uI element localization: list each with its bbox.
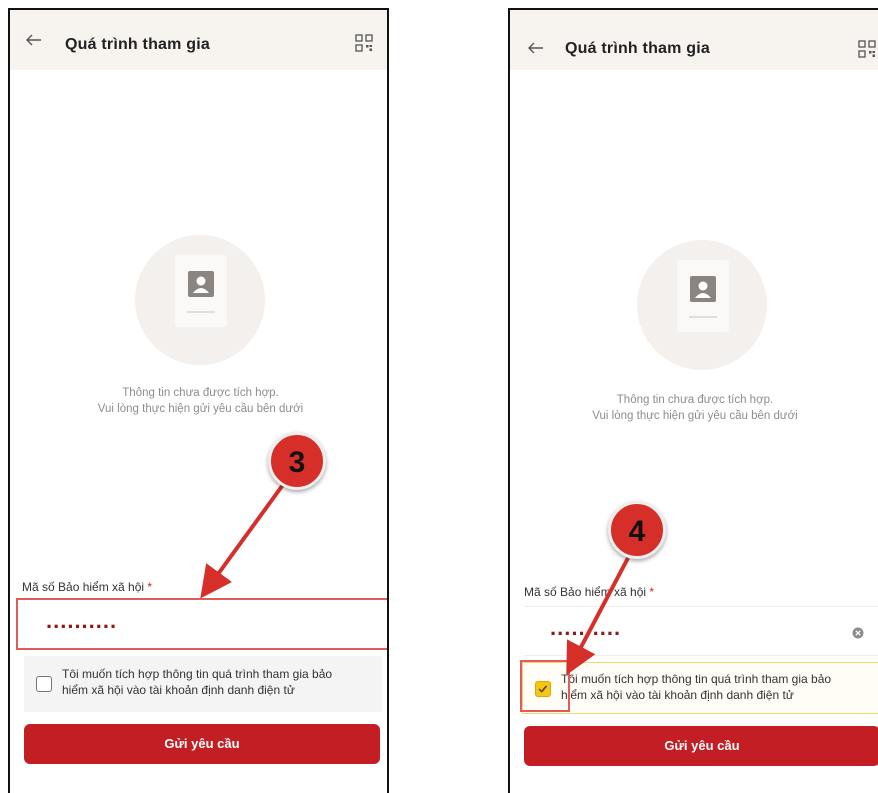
step-3-badge: 3: [268, 432, 326, 490]
annotation-arrows: [200, 480, 630, 676]
step-4-arrow: [566, 557, 630, 676]
step-3-arrow: [200, 480, 287, 599]
step-4-badge: 4: [608, 501, 666, 559]
